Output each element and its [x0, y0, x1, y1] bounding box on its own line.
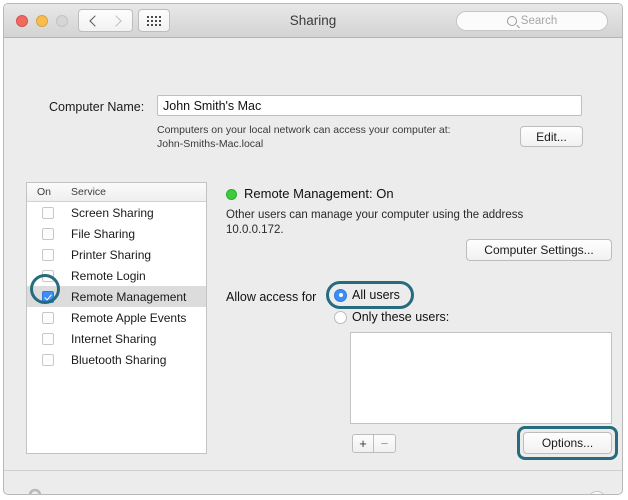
status-description-line2: 10.0.0.172.: [226, 224, 284, 236]
checkbox-icon[interactable]: [42, 269, 54, 282]
add-user-button[interactable]: +: [352, 434, 374, 453]
checkbox-icon[interactable]: [42, 206, 54, 219]
options-button[interactable]: Options...: [523, 432, 612, 454]
service-label: File Sharing: [71, 226, 136, 241]
radio-only-these-users-label: Only these users:: [352, 310, 450, 324]
service-list-header: On Service: [27, 183, 206, 202]
search-input[interactable]: Search: [456, 11, 608, 31]
service-label: Remote Management: [71, 289, 187, 304]
service-checkbox-cell[interactable]: [27, 227, 67, 240]
service-row-remote-apple-events[interactable]: Remote Apple Events: [27, 307, 206, 328]
status-title: Remote Management: On: [244, 186, 394, 201]
radio-all-users-label: All users: [352, 288, 400, 302]
status-indicator-dot: [226, 189, 237, 200]
service-checkbox-cell[interactable]: [27, 206, 67, 219]
service-label: Internet Sharing: [71, 331, 157, 346]
checkbox-icon[interactable]: [42, 332, 54, 345]
preferences-content: Computer Name: Computers on your local n…: [4, 38, 622, 495]
service-checkbox-cell[interactable]: [27, 353, 67, 366]
checkbox-icon[interactable]: [42, 248, 54, 261]
search-icon: [506, 16, 517, 26]
service-row-file-sharing[interactable]: File Sharing: [27, 223, 206, 244]
service-checkbox-cell[interactable]: [27, 248, 67, 261]
service-label: Screen Sharing: [71, 205, 154, 220]
service-row-screen-sharing[interactable]: Screen Sharing: [27, 202, 206, 223]
window-titlebar: Sharing Search: [4, 4, 622, 38]
checkbox-checked-icon[interactable]: [42, 290, 54, 303]
service-label: Remote Apple Events: [71, 310, 187, 325]
service-checkbox-cell[interactable]: [27, 332, 67, 345]
column-header-service: Service: [71, 186, 107, 198]
service-list-rows: Screen Sharing File Sharing Printer Sharin…: [27, 202, 206, 370]
radio-button-icon: [334, 310, 347, 324]
computer-name-help: Computers on your local network can acce…: [157, 123, 507, 151]
checkbox-icon[interactable]: [42, 311, 54, 324]
service-label: Printer Sharing: [71, 247, 152, 262]
service-checkbox-cell[interactable]: [27, 290, 67, 303]
radio-all-users[interactable]: All users: [334, 288, 400, 302]
checkbox-icon[interactable]: [42, 353, 54, 366]
footer-divider: [4, 470, 622, 471]
service-list[interactable]: On Service Screen Sharing File Sharing Pri…: [26, 182, 207, 454]
unlocked-padlock-icon[interactable]: [22, 487, 48, 495]
allow-access-label: Allow access for: [226, 290, 317, 304]
help-button[interactable]: ?: [588, 491, 606, 494]
computer-settings-button[interactable]: Computer Settings...: [466, 239, 612, 261]
user-list-controls: + −: [352, 434, 396, 453]
service-row-printer-sharing[interactable]: Printer Sharing: [27, 244, 206, 265]
service-row-bluetooth-sharing[interactable]: Bluetooth Sharing: [27, 349, 206, 370]
checkbox-icon[interactable]: [42, 227, 54, 240]
computer-name-label: Computer Name:: [49, 100, 145, 114]
allowed-users-list[interactable]: [350, 332, 612, 424]
service-label: Remote Login: [71, 268, 146, 283]
radio-button-selected-icon: [334, 288, 347, 302]
remove-user-button: −: [374, 434, 396, 453]
sharing-preferences-window: Sharing Search Computer Name: Computers …: [3, 3, 623, 495]
service-checkbox-cell[interactable]: [27, 311, 67, 324]
edit-button[interactable]: Edit...: [520, 126, 583, 147]
column-header-on: On: [37, 186, 52, 198]
service-checkbox-cell[interactable]: [27, 269, 67, 282]
search-placeholder: Search: [520, 15, 558, 27]
computer-name-help-line1: Computers on your local network can acce…: [157, 124, 451, 136]
status-description-line1: Other users can manage your computer usi…: [226, 209, 524, 221]
computer-name-hostname: John-Smiths-Mac.local: [157, 138, 264, 150]
service-row-remote-login[interactable]: Remote Login: [27, 265, 206, 286]
computer-name-input[interactable]: [157, 95, 582, 116]
service-label: Bluetooth Sharing: [71, 352, 167, 367]
service-row-remote-management[interactable]: Remote Management: [27, 286, 206, 307]
service-row-internet-sharing[interactable]: Internet Sharing: [27, 328, 206, 349]
radio-only-these-users[interactable]: Only these users:: [334, 310, 449, 324]
status-description: Other users can manage your computer usi…: [226, 208, 546, 238]
